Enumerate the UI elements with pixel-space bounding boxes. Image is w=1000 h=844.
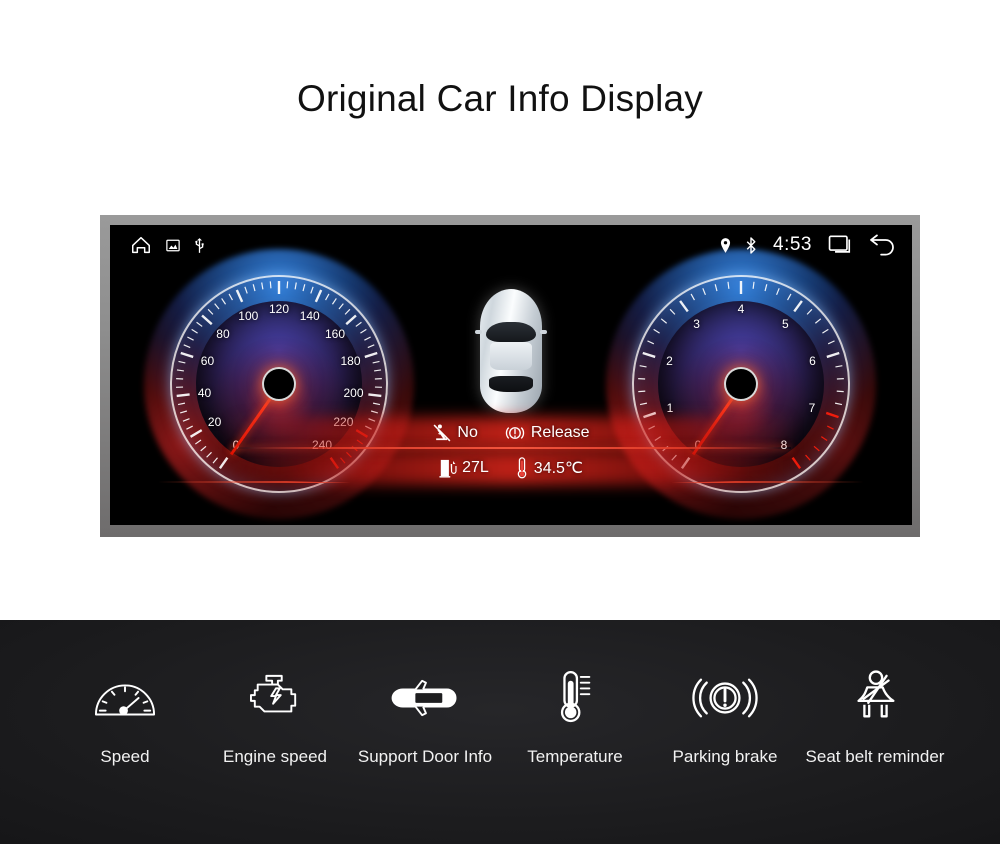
car-mirror-left [475,329,482,334]
gauge-tick-label: 160 [325,327,346,342]
fuel-pump-icon [439,459,457,478]
gallery-icon[interactable] [166,239,180,252]
temperature-value: 34.5℃ [533,460,583,477]
seat-belt-icon [846,666,904,730]
fuel-status: 27L [439,458,489,478]
feature-label: Temperature [527,747,623,766]
feature-door-info[interactable]: Support Door Info [350,666,500,767]
fuel-value: 27L [462,459,489,476]
parking-brake-icon [692,666,758,730]
gauge-tick-label: 5 [782,316,789,331]
gauge-tick-label: 20 [207,415,222,430]
speedometer-icon [94,666,156,730]
car-windshield [486,322,536,343]
status-bar-left [130,234,205,256]
gauge-tick-label: 120 [268,302,290,316]
thermometer-icon [552,666,598,730]
gauge-tick-label: 4 [737,302,745,316]
gauge-tick-label: 80 [216,327,230,342]
seat-belt-value: No [457,424,478,441]
feature-temperature[interactable]: Temperature [500,666,650,767]
seat-belt-status: No [432,423,478,443]
status-bar-clock: 4:53 [773,234,812,255]
page-title: Original Car Info Display [297,78,703,119]
status-bar-right: 4:53 [720,234,896,256]
usb-icon[interactable] [194,237,205,254]
center-column [361,271,661,413]
recent-apps-icon[interactable] [828,234,854,256]
feature-label: Speed [100,747,150,766]
gauge-tick-label: 40 [197,385,212,400]
car-roof [489,342,533,370]
location-pin-icon [720,237,731,253]
info-row-2: 27L 34.5℃ [226,451,796,485]
gauge-tick-label: 140 [299,308,320,323]
bluetooth-icon [745,236,757,254]
feature-seat-belt-reminder[interactable]: Seat belt reminder [800,666,950,767]
gauge-tick-label: 60 [200,354,215,369]
car-top-view [475,289,547,413]
info-row-1: No Release [226,417,796,449]
parking-brake-status: Release [504,423,590,443]
gauge-tick-label: 2 [666,354,673,369]
thermometer-icon [517,457,527,479]
parking-brake-icon [505,427,525,439]
gauge-tick-label: 100 [238,308,259,323]
gauge-tick-label: 6 [809,354,816,369]
home-icon[interactable] [130,234,152,256]
status-bar: 4:53 [110,225,912,265]
page-root: Original Car Info Display 4:53 20 40 60 … [0,0,1000,844]
feature-label: Seat belt reminder [805,747,945,766]
feature-speed[interactable]: Speed [50,666,200,767]
gauge-tick-label: 7 [808,401,816,416]
feature-label: Parking brake [672,747,778,766]
parking-brake-value: Release [530,424,590,441]
car-rear-window [488,375,534,392]
car-doors-icon [389,666,461,730]
feature-label: Engine speed [223,747,327,766]
gauge-tick-label: 1 [666,401,674,416]
tachometer-hub [724,367,758,401]
speedometer-hub [262,367,296,401]
feature-bar: Speed Engine speed Support Door Info Tem… [0,620,1000,844]
instrument-cluster-screen: 4:53 20 40 60 80 100 120 140 160 180 200… [110,225,912,525]
temperature-status: 34.5℃ [515,457,583,479]
feature-engine-speed[interactable]: Engine speed [200,666,350,767]
feature-label: Support Door Info [357,747,493,766]
gauge-tick-label: 180 [340,354,361,369]
instrument-cluster-bezel: 4:53 20 40 60 80 100 120 140 160 180 200… [100,215,920,537]
back-arrow-icon[interactable] [868,234,896,256]
gauge-tick-label: 3 [693,316,700,331]
feature-parking-brake[interactable]: Parking brake [650,666,800,767]
seat-belt-icon [433,424,451,442]
car-mirror-right [540,329,547,334]
engine-icon [245,666,305,730]
